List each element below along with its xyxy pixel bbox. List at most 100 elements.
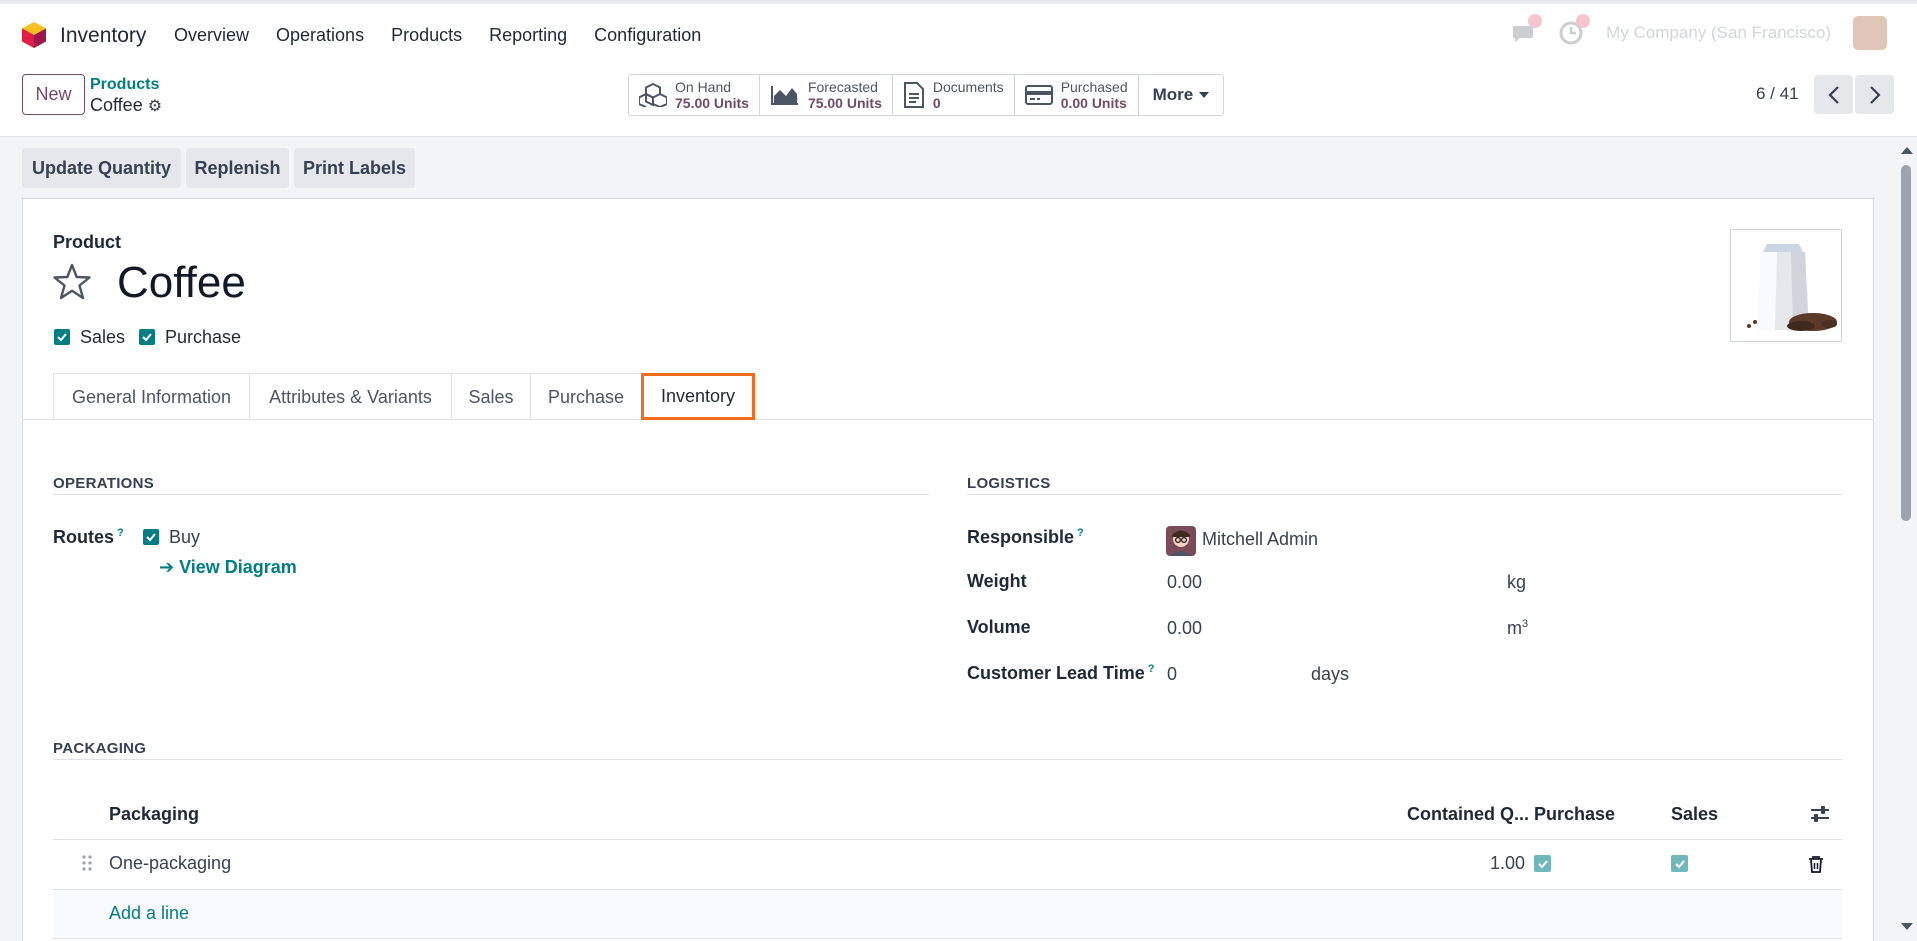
col-sales-header[interactable]: Sales bbox=[1671, 804, 1718, 825]
view-diagram-link[interactable]: ➔ View Diagram bbox=[159, 557, 297, 578]
trash-icon[interactable] bbox=[1808, 855, 1824, 873]
customer-lead-time-input[interactable]: 0 bbox=[1167, 664, 1177, 685]
pager-previous-button[interactable] bbox=[1814, 75, 1853, 114]
help-tooltip-icon[interactable]: ? bbox=[1077, 527, 1084, 539]
weight-input[interactable]: 0.00 bbox=[1167, 572, 1202, 593]
sales-checkbox-label[interactable]: Sales bbox=[80, 327, 125, 348]
breadcrumb-current: Coffee ⚙ bbox=[90, 95, 162, 116]
help-tooltip-icon[interactable]: ? bbox=[117, 527, 124, 539]
table-header-divider bbox=[53, 839, 1842, 840]
menu-configuration[interactable]: Configuration bbox=[594, 25, 701, 46]
col-purchase-header[interactable]: Purchase bbox=[1534, 804, 1615, 825]
add-line-link[interactable]: Add a line bbox=[109, 903, 189, 924]
menu-products[interactable]: Products bbox=[391, 25, 462, 46]
column-settings-icon[interactable] bbox=[1810, 804, 1830, 824]
app-name[interactable]: Inventory bbox=[60, 24, 146, 48]
area-chart-icon bbox=[770, 86, 798, 105]
drag-handle-icon[interactable] bbox=[81, 854, 93, 872]
activity-clock-icon[interactable] bbox=[1558, 14, 1591, 46]
forecasted-button[interactable]: Forecasted 75.00 Units bbox=[760, 75, 893, 115]
main-menu: Overview Operations Products Reporting C… bbox=[174, 25, 728, 46]
responsible-label-text: Responsible bbox=[967, 527, 1075, 547]
row-sales-checkbox[interactable] bbox=[1671, 855, 1688, 872]
operations-section-title: OPERATIONS bbox=[53, 475, 155, 492]
customer-lead-time-label-text: Customer Lead Time bbox=[967, 663, 1145, 683]
scroll-thumb[interactable] bbox=[1901, 165, 1911, 521]
volume-input[interactable]: 0.00 bbox=[1167, 618, 1202, 639]
company-switcher[interactable]: My Company (San Francisco) bbox=[1606, 23, 1831, 43]
chevron-left-icon bbox=[1827, 85, 1839, 104]
table-bottom-divider bbox=[53, 938, 1842, 939]
tab-attributes-variants[interactable]: Attributes & Variants bbox=[249, 373, 452, 420]
coffee-bag-image bbox=[1747, 244, 1837, 331]
gear-icon[interactable]: ⚙ bbox=[148, 96, 162, 116]
replenish-button[interactable]: Replenish bbox=[186, 148, 289, 188]
scroll-down-arrow[interactable] bbox=[1901, 923, 1913, 930]
volume-unit: m3 bbox=[1507, 618, 1528, 639]
pager-value[interactable]: 6 / 41 bbox=[1756, 84, 1799, 104]
product-name[interactable]: Coffee bbox=[117, 258, 246, 308]
help-tooltip-icon[interactable]: ? bbox=[1148, 663, 1155, 675]
more-label: More bbox=[1152, 85, 1194, 104]
route-buy-label[interactable]: Buy bbox=[169, 527, 200, 548]
menu-operations[interactable]: Operations bbox=[276, 25, 364, 46]
on-hand-button[interactable]: On Hand 75.00 Units bbox=[629, 75, 760, 115]
star-icon[interactable] bbox=[52, 262, 92, 302]
logistics-section-divider bbox=[967, 494, 1842, 495]
credit-card-icon bbox=[1024, 85, 1053, 105]
menu-reporting[interactable]: Reporting bbox=[489, 25, 567, 46]
row-purchase-checkbox[interactable] bbox=[1534, 855, 1551, 872]
breadcrumb-current-label: Coffee bbox=[90, 95, 143, 115]
packaging-name-cell[interactable]: One-packaging bbox=[109, 853, 231, 874]
on-hand-label: On Hand bbox=[675, 79, 732, 95]
purchase-checkbox[interactable] bbox=[139, 329, 155, 345]
vertical-scrollbar[interactable] bbox=[1897, 137, 1917, 941]
routes-label: Routes? bbox=[53, 527, 124, 548]
systray: My Company (San Francisco) bbox=[1510, 14, 1887, 50]
view-diagram-label: View Diagram bbox=[179, 557, 297, 577]
purchased-button[interactable]: Purchased 0.00 Units bbox=[1015, 75, 1139, 115]
tab-purchase[interactable]: Purchase bbox=[530, 373, 642, 420]
checkmark-icon bbox=[1674, 859, 1685, 868]
tab-general-information[interactable]: General Information bbox=[53, 373, 250, 420]
purchased-label: Purchased bbox=[1060, 79, 1128, 95]
breadcrumb-products[interactable]: Products bbox=[90, 76, 159, 94]
responsible-value[interactable]: Mitchell Admin bbox=[1202, 529, 1318, 550]
checkmark-icon bbox=[1537, 859, 1548, 868]
window-top-border bbox=[0, 0, 1917, 4]
menu-overview[interactable]: Overview bbox=[174, 25, 249, 46]
print-labels-button[interactable]: Print Labels bbox=[294, 148, 415, 188]
tabs-underline bbox=[23, 419, 1873, 420]
chat-icon[interactable] bbox=[1510, 14, 1543, 46]
smart-buttons: On Hand 75.00 Units Forecasted 75.00 Uni… bbox=[628, 74, 1225, 116]
on-hand-value: 75.00 Units bbox=[675, 95, 749, 111]
scroll-up-arrow[interactable] bbox=[1901, 147, 1913, 154]
top-navbar: Inventory Overview Operations Products R… bbox=[0, 0, 1917, 70]
purchase-checkbox-label[interactable]: Purchase bbox=[165, 327, 241, 348]
volume-unit-base: m bbox=[1507, 618, 1522, 638]
purchased-value: 0.00 Units bbox=[1060, 95, 1127, 111]
inventory-app-logo-icon[interactable] bbox=[22, 22, 46, 48]
col-contained-qty-header[interactable]: Contained Q... bbox=[1407, 804, 1529, 825]
add-line-row: Add a line bbox=[53, 890, 1842, 939]
checkmark-icon bbox=[57, 333, 67, 342]
documents-label: Documents bbox=[932, 79, 1004, 95]
product-image[interactable] bbox=[1730, 229, 1842, 342]
cubes-icon bbox=[639, 83, 667, 107]
arrow-right-icon: ➔ bbox=[159, 557, 180, 577]
new-button[interactable]: New bbox=[22, 74, 85, 115]
packaging-section-title: PACKAGING bbox=[53, 740, 147, 757]
tab-inventory[interactable]: Inventory bbox=[641, 373, 755, 420]
contained-qty-cell[interactable]: 1.00 bbox=[1490, 853, 1525, 874]
more-button[interactable]: More bbox=[1139, 75, 1224, 115]
pager-next-button[interactable] bbox=[1855, 75, 1894, 114]
user-avatar[interactable] bbox=[1853, 16, 1887, 50]
update-quantity-button[interactable]: Update Quantity bbox=[22, 148, 181, 188]
route-buy-checkbox[interactable] bbox=[143, 529, 159, 545]
tab-sales[interactable]: Sales bbox=[451, 373, 531, 420]
file-icon bbox=[903, 82, 924, 108]
customer-lead-time-unit: days bbox=[1311, 664, 1350, 684]
col-packaging-header[interactable]: Packaging bbox=[109, 804, 199, 825]
sales-checkbox[interactable] bbox=[54, 329, 70, 345]
documents-button[interactable]: Documents 0 bbox=[893, 75, 1015, 115]
